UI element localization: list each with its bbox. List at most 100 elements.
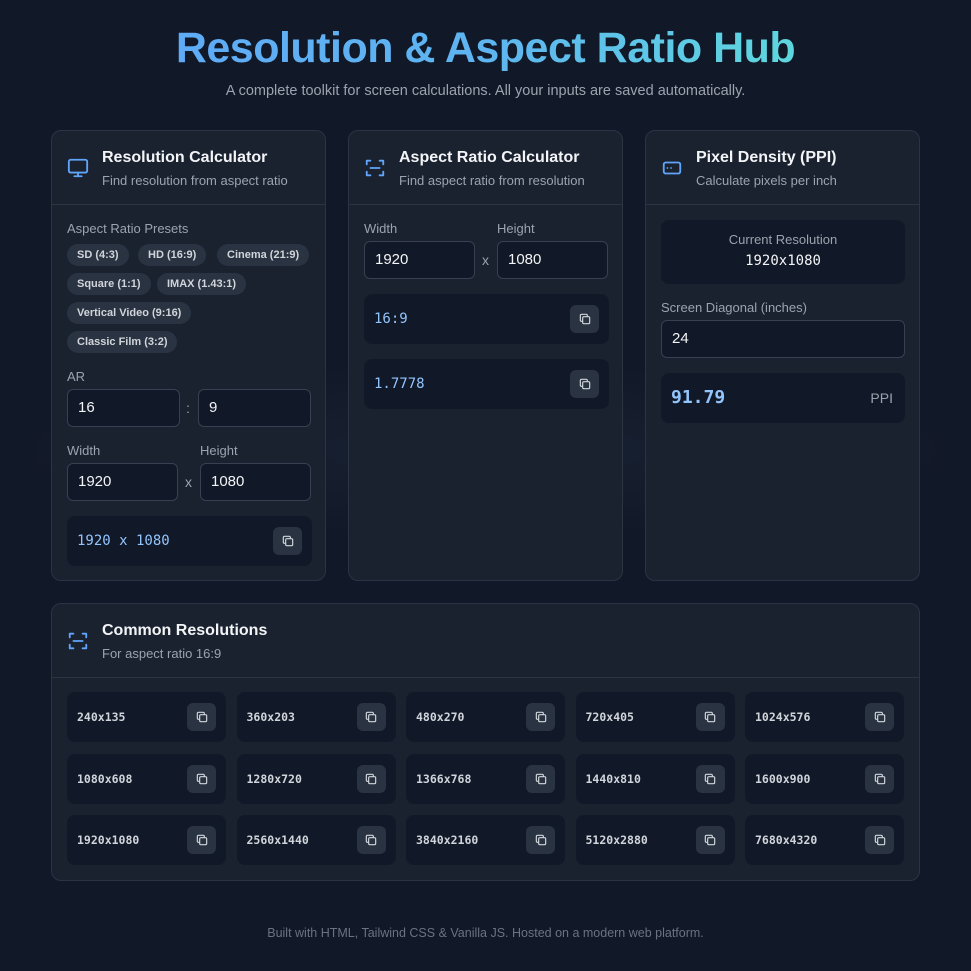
- ppi-unit: PPI: [870, 390, 893, 406]
- common-resolutions-card: Common Resolutions For aspect ratio 16:9…: [51, 603, 920, 881]
- card-header: Aspect Ratio Calculator Find aspect rati…: [349, 131, 622, 205]
- preset-sd-button[interactable]: SD (4:3): [67, 244, 129, 266]
- card-header: Pixel Density (PPI) Calculate pixels per…: [646, 131, 919, 205]
- resolution-tile-label: 360x203: [246, 710, 295, 724]
- resolution-tile-label: 7680x4320: [755, 833, 818, 847]
- current-resolution-label: Current Resolution: [728, 232, 838, 247]
- resolution-tile[interactable]: 3840x2160: [406, 815, 565, 865]
- copy-icon[interactable]: [187, 826, 216, 854]
- diagonal-input[interactable]: 24: [661, 320, 905, 358]
- scan-frame-icon: [67, 630, 89, 652]
- scan-frame-icon: [364, 157, 386, 179]
- copy-icon[interactable]: [526, 703, 555, 731]
- resolution-tile[interactable]: 1080x608: [67, 753, 226, 804]
- ratio-result-value: 16:9: [374, 311, 408, 327]
- ar-width-input[interactable]: 16: [67, 389, 180, 427]
- height-input[interactable]: 1080: [497, 241, 608, 279]
- preset-cinema-button[interactable]: Cinema (21:9): [217, 244, 310, 266]
- copy-icon[interactable]: [570, 305, 599, 333]
- copy-icon[interactable]: [187, 764, 216, 793]
- card-subtitle: Find resolution from aspect ratio: [102, 173, 288, 188]
- width-label: Width: [364, 221, 398, 236]
- height-input[interactable]: 1080: [200, 463, 311, 501]
- ppi-result-value: 91.79: [671, 387, 726, 408]
- height-label: Height: [497, 221, 535, 236]
- resolution-tile-label: 3840x2160: [416, 833, 479, 847]
- decimal-result-value: 1.7778: [374, 376, 425, 392]
- presets-label: Aspect Ratio Presets: [67, 221, 189, 236]
- ppi-result: 91.79 PPI: [661, 373, 905, 423]
- resolution-tile[interactable]: 360x203: [236, 692, 396, 742]
- height-label: Height: [200, 443, 238, 458]
- copy-icon[interactable]: [526, 826, 555, 854]
- ar-label: AR: [67, 369, 86, 384]
- card-subtitle: Calculate pixels per inch: [696, 173, 837, 188]
- monitor-icon: [67, 157, 89, 179]
- copy-icon[interactable]: [356, 703, 386, 731]
- copy-icon[interactable]: [865, 826, 894, 854]
- dimension-separator: x: [185, 474, 192, 490]
- dimension-separator: x: [482, 252, 489, 268]
- preset-square-button[interactable]: Square (1:1): [67, 273, 151, 295]
- resolution-tile-label: 5120x2880: [585, 833, 648, 847]
- resolution-tile-label: 240x135: [77, 710, 126, 724]
- width-label: Width: [67, 443, 101, 458]
- copy-icon[interactable]: [695, 703, 725, 731]
- preset-imax-button[interactable]: IMAX (1.43:1): [157, 273, 247, 295]
- resolution-tile[interactable]: 1440x810: [575, 753, 735, 804]
- current-resolution-box: Current Resolution 1920x1080: [661, 220, 905, 284]
- card-subtitle: For aspect ratio 16:9: [102, 646, 222, 661]
- ar-separator: :: [186, 400, 190, 416]
- resolution-tile-label: 1080x608: [77, 771, 133, 786]
- resolution-tile[interactable]: 720x405: [575, 692, 735, 742]
- card-header: Resolution Calculator Find resolution fr…: [52, 131, 325, 205]
- footer-text: Built with HTML, Tailwind CSS & Vanilla …: [267, 926, 704, 940]
- preset-hd-button[interactable]: HD (16:9): [138, 244, 207, 266]
- copy-icon[interactable]: [273, 527, 302, 555]
- resolution-tile-label: 1280x720: [246, 771, 302, 786]
- resolution-tile-label: 1440x810: [585, 771, 641, 786]
- resolution-tile[interactable]: 7680x4320: [745, 815, 904, 865]
- copy-icon[interactable]: [356, 764, 386, 793]
- resolution-tile-label: 2560x1440: [246, 833, 309, 847]
- page-subtitle: A complete toolkit for screen calculatio…: [225, 83, 746, 99]
- copy-icon[interactable]: [695, 826, 725, 854]
- copy-icon[interactable]: [526, 764, 555, 793]
- card-title: Resolution Calculator: [102, 149, 268, 166]
- copy-icon[interactable]: [187, 703, 216, 731]
- width-input[interactable]: 1920: [67, 463, 178, 501]
- pixel-density-card: Pixel Density (PPI) Calculate pixels per…: [645, 130, 920, 581]
- resolution-tile-label: 720x405: [585, 710, 634, 724]
- resolution-tile[interactable]: 1280x720: [236, 753, 396, 804]
- copy-icon[interactable]: [695, 764, 725, 793]
- copy-icon[interactable]: [356, 826, 386, 854]
- ar-height-input[interactable]: 9: [198, 389, 311, 427]
- decimal-result: 1.7778: [364, 359, 609, 409]
- resolution-tile[interactable]: 1366x768: [406, 753, 565, 804]
- diagonal-label: Screen Diagonal (inches): [661, 300, 807, 315]
- copy-icon[interactable]: [865, 703, 894, 731]
- width-input[interactable]: 1920: [364, 241, 475, 279]
- page-title: Resolution & Aspect Ratio Hub: [0, 24, 971, 73]
- resolution-tile[interactable]: 5120x2880: [575, 815, 735, 865]
- resolution-tile[interactable]: 2560x1440: [236, 815, 396, 865]
- current-resolution-value: 1920x1080: [745, 253, 821, 269]
- resolution-tile[interactable]: 1024x576: [745, 692, 904, 742]
- resolution-tile-label: 1920x1080: [77, 833, 140, 847]
- resolution-tile[interactable]: 480x270: [406, 692, 565, 742]
- preset-vertical-video-button[interactable]: Vertical Video (9:16): [67, 302, 192, 324]
- aspect-ratio-calculator-card: Aspect Ratio Calculator Find aspect rati…: [348, 130, 623, 581]
- card-title: Pixel Density (PPI): [696, 149, 837, 166]
- resolution-tile-label: 1366x768: [416, 771, 472, 786]
- ratio-result: 16:9: [364, 294, 609, 344]
- copy-icon[interactable]: [570, 370, 599, 398]
- preset-classic-film-button[interactable]: Classic Film (3:2): [67, 331, 178, 353]
- resolution-tile[interactable]: 240x135: [67, 692, 226, 742]
- card-header: Common Resolutions For aspect ratio 16:9: [52, 604, 919, 678]
- resolution-tile[interactable]: 1600x900: [745, 753, 904, 804]
- resolution-result: 1920 x 1080: [67, 516, 312, 566]
- card-title: Common Resolutions: [102, 622, 268, 639]
- copy-icon[interactable]: [865, 764, 894, 793]
- resolution-calculator-card: Resolution Calculator Find resolution fr…: [51, 130, 326, 581]
- resolution-tile[interactable]: 1920x1080: [67, 815, 226, 865]
